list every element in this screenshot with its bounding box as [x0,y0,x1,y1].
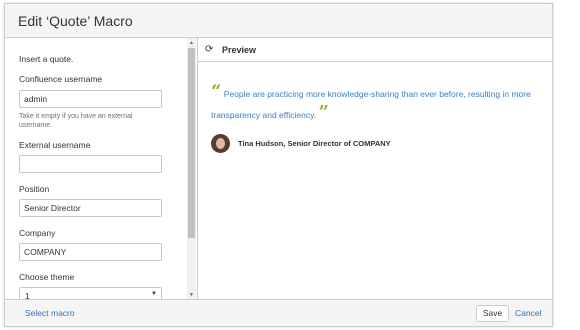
close-quote-icon: ” [318,102,329,123]
dialog-title: Edit ‘Quote’ Macro [18,13,133,29]
dialog-header: Edit ‘Quote’ Macro [5,4,552,38]
cancel-link[interactable]: Cancel [515,308,541,318]
confluence-username-label: Confluence username [19,74,103,84]
theme-label: Choose theme [19,272,75,282]
form-intro: Insert a quote. [19,54,74,64]
preview-panel: ⟳ Preview “ People are practicing more k… [198,38,552,300]
external-username-input[interactable] [19,155,162,173]
dialog-footer: Select macro Save Cancel [5,299,552,326]
macro-dialog: Edit ‘Quote’ Macro Insert a quote. Confl… [4,3,553,327]
quote-text-block: “ People are practicing more knowledge-s… [211,81,541,126]
position-input[interactable]: Senior Director [19,199,162,217]
company-input[interactable]: COMPANY [19,243,162,261]
company-label: Company [19,228,56,238]
avatar-face [216,138,225,149]
refresh-icon[interactable]: ⟳ [205,44,213,55]
scrollbar-thumb[interactable] [188,48,195,238]
macro-parameters-panel: Insert a quote. Confluence username admi… [5,38,198,300]
confluence-username-input[interactable]: admin [19,90,162,108]
parameters-scrollbar[interactable]: ▲ ▼ [187,38,196,300]
confluence-username-help: Take it empty if you have an external us… [19,113,133,129]
preview-title: Preview [222,45,257,55]
quote-preview: “ People are practicing more knowledge-s… [211,81,541,126]
save-button[interactable]: Save [476,305,509,322]
dialog-body: Insert a quote. Confluence username admi… [5,38,552,300]
parameters-form: Insert a quote. Confluence username admi… [19,52,164,300]
scroll-up-icon[interactable]: ▲ [187,39,196,47]
quote-author: Tina Hudson, Senior Director of COMPANY [238,139,391,148]
external-username-label: External username [19,140,91,150]
select-macro-link[interactable]: Select macro [25,308,75,318]
preview-header: ⟳ Preview [198,38,552,62]
scroll-down-icon[interactable]: ▼ [187,291,196,299]
chevron-down-icon: ▼ [151,291,157,297]
avatar [211,134,230,153]
quote-text: People are practicing more knowledge-sha… [211,89,531,120]
position-label: Position [19,184,50,194]
open-quote-icon: “ [211,81,222,102]
